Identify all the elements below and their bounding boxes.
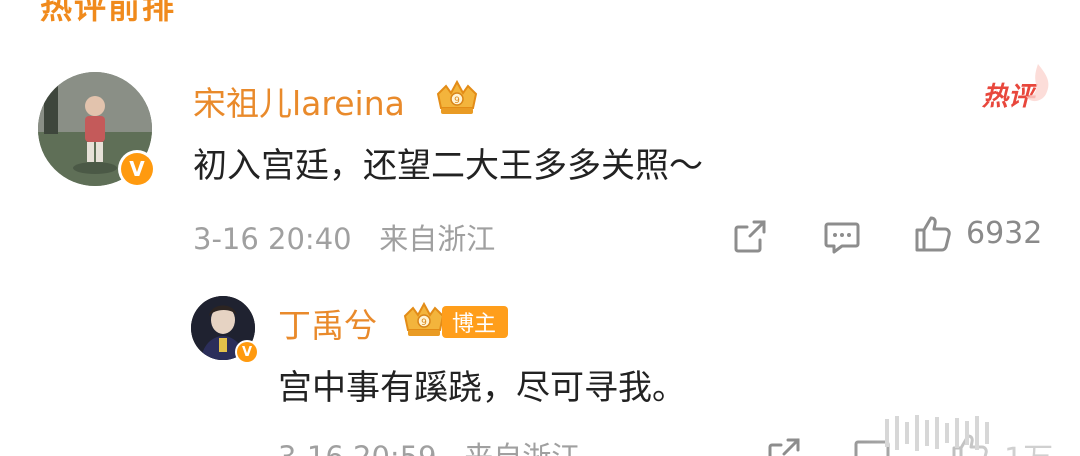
- flame-icon: [1026, 64, 1049, 102]
- svg-text:9: 9: [421, 318, 427, 328]
- like-count: 6932: [966, 216, 1043, 251]
- hot-comments-page: 热评前排 V 宋祖儿lareina 9 热评 初入宫廷，还望二大王多多关照～ 3…: [0, 0, 1080, 456]
- reply-text: 宫中事有蹊跷，尽可寻我。: [278, 368, 686, 408]
- section-title: 热评前排: [40, 0, 177, 26]
- share-icon[interactable]: [764, 434, 804, 456]
- verified-badge-icon: V: [118, 150, 156, 188]
- comment-icon[interactable]: [822, 218, 862, 258]
- watermark-icon: [885, 413, 1035, 453]
- comment-location: 来自浙江: [379, 222, 496, 256]
- svg-text:9: 9: [454, 96, 460, 106]
- share-icon[interactable]: [730, 216, 770, 256]
- comment-text: 初入宫廷，还望二大王多多关照～: [193, 146, 703, 186]
- comment-meta: 3-16 20:40 来自浙江: [193, 216, 495, 258]
- reply-username[interactable]: 丁禹兮: [278, 299, 377, 347]
- comment-time: 3-16 20:40: [193, 222, 352, 256]
- like-icon[interactable]: [913, 214, 953, 254]
- comment-username[interactable]: 宋祖儿lareina: [193, 77, 405, 125]
- member-crown-icon: 9: [436, 79, 478, 114]
- reply-time: 3-16 20:59: [278, 440, 437, 456]
- verified-badge-icon: V: [235, 340, 259, 364]
- reply-meta: 3-16 20:59 来自浙江: [278, 434, 580, 456]
- host-badge: 博主: [442, 306, 509, 338]
- reply-location: 来自浙江: [464, 440, 580, 456]
